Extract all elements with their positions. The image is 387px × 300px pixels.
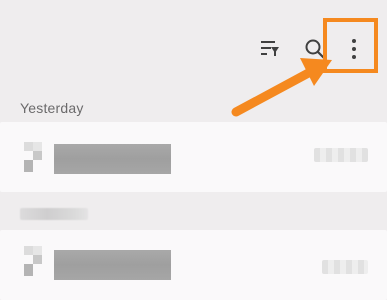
blurred-app-icon [24,246,44,280]
blurred-time [314,148,368,162]
redacted-title [54,144,171,174]
list-item[interactable] [0,230,387,300]
section-label-yesterday: Yesterday [20,100,84,116]
list-item[interactable] [0,122,387,192]
blurred-time [322,260,368,274]
pointer-arrow [231,58,332,117]
redacted-title [54,250,171,280]
blurred-app-icon [24,142,42,172]
section-label-blurred [20,208,88,220]
